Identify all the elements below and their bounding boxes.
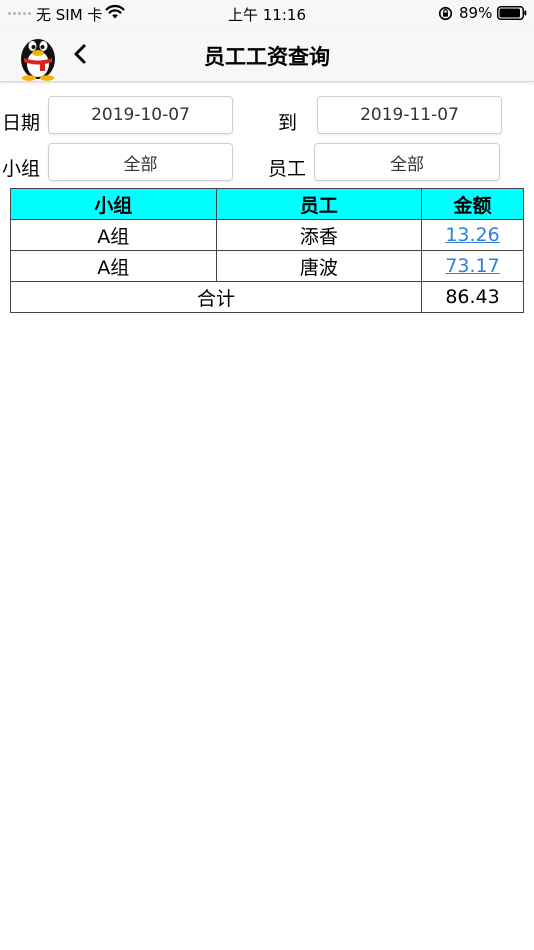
cell-group: A组 [10,219,217,251]
column-header-employee: 员工 [215,188,423,220]
end-date-field[interactable]: 2019-11-07 [317,96,502,134]
table-row: A组 添香 13.26 [10,219,524,251]
table-row: A组 唐波 73.17 [10,250,524,282]
battery-icon [497,6,527,20]
navigation-bar: 员工工资查询 [0,28,534,82]
status-bar: 无 SIM 卡 上午 11:16 89% [0,0,534,28]
total-label: 合计 [9,281,423,313]
amount-link[interactable]: 73.17 [445,255,499,277]
orientation-lock-icon [438,6,453,21]
employee-select[interactable]: 全部 [314,143,500,181]
total-amount: 86.43 [421,281,524,313]
salary-table: 小组 员工 金额 A组 添香 13.26 A组 唐波 73.17 合计 86.4… [9,188,524,313]
status-time: 上午 11:16 [228,6,306,24]
column-header-amount: 金额 [421,188,524,220]
date-label: 日期 [2,112,41,134]
cell-group: A组 [10,250,217,282]
total-row: 合计 86.43 [9,281,524,313]
group-select[interactable]: 全部 [48,143,233,181]
cell-amount: 73.17 [421,250,524,282]
employee-label: 员工 [268,158,307,180]
group-label: 小组 [2,158,41,180]
page-title: 员工工资查询 [204,45,330,69]
table-header-row: 小组 员工 金额 [10,188,524,220]
start-date-field[interactable]: 2019-10-07 [48,96,233,134]
cell-amount: 13.26 [421,219,524,251]
cell-employee: 添香 [215,219,423,251]
battery-percentage: 89% [459,4,493,22]
amount-link[interactable]: 13.26 [445,224,499,246]
column-header-group: 小组 [10,188,217,220]
cell-employee: 唐波 [215,250,423,282]
to-label: 到 [278,112,298,134]
